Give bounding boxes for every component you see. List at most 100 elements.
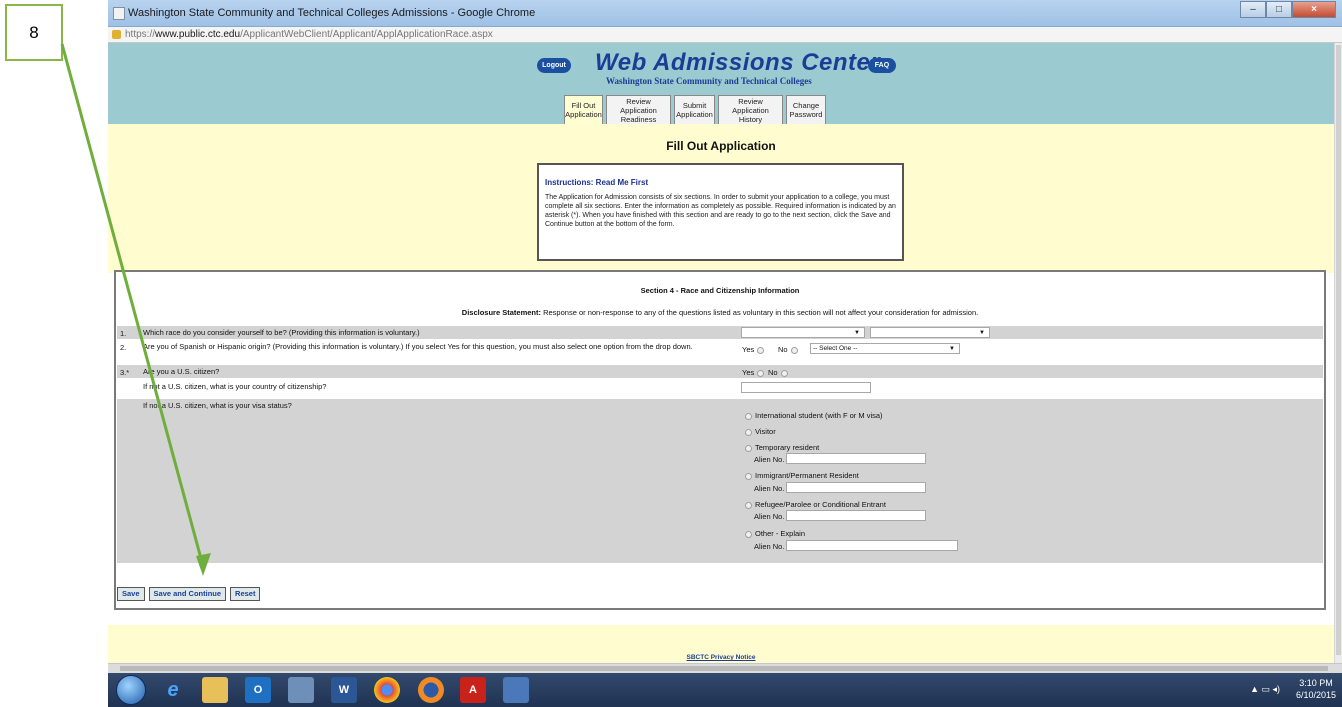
radio-button[interactable]	[745, 428, 752, 436]
form-buttons: Save Save and Continue Reset	[117, 587, 261, 601]
web-page: Logout Web Admissions Center Washington …	[108, 43, 1334, 663]
close-button[interactable]: ×	[1292, 1, 1336, 18]
alien-label: Alien No.	[754, 512, 785, 521]
radio-button[interactable]	[745, 501, 752, 509]
site-subtitle: Washington State Community and Technical…	[606, 76, 812, 86]
explain-input[interactable]	[786, 540, 958, 551]
acrobat-icon[interactable]: A	[460, 677, 486, 703]
radio-yes[interactable]	[757, 369, 765, 377]
screenshot: 8 Washington State Community and Technic…	[0, 0, 1342, 707]
section-title: Section 4 - Race and Citizenship Informa…	[640, 286, 800, 295]
address-bar[interactable]: https://www.public.ctc.edu/ApplicantWebC…	[108, 27, 1342, 43]
alien-number-row: Alien No.	[754, 542, 784, 551]
instructions-title: Instructions: Read Me First	[545, 178, 649, 187]
no-label: No	[768, 368, 778, 377]
select-value: -- Select One --	[813, 345, 858, 352]
minimize-button[interactable]: –	[1240, 1, 1266, 18]
url-text[interactable]: https://www.public.ctc.edu/ApplicantWebC…	[125, 29, 493, 40]
tab-change-password[interactable]: Change Password	[786, 95, 826, 124]
chrome-icon[interactable]	[374, 677, 400, 703]
reset-button[interactable]: Reset	[230, 587, 261, 601]
radio-button[interactable]	[745, 412, 752, 420]
firefox-icon[interactable]	[418, 677, 444, 703]
alien-number-input[interactable]	[786, 510, 926, 521]
faq-button[interactable]: FAQ	[868, 58, 896, 73]
radio-button[interactable]	[745, 530, 752, 538]
snipping-tool-icon[interactable]	[503, 677, 529, 703]
windows-taskbar: e O W A ▲ ▭ ◂) 3:10 PM 6/10/2015	[108, 673, 1342, 707]
site-header: Logout Web Admissions Center Washington …	[108, 43, 1334, 124]
option-label: Refugee/Parolee or Conditional Entrant	[755, 500, 886, 509]
logout-button[interactable]: Logout	[537, 58, 571, 73]
tab-fill-out-application[interactable]: Fill Out Application	[564, 95, 603, 124]
visa-option-temporary[interactable]: Temporary resident	[742, 443, 819, 452]
radio-button[interactable]	[745, 472, 752, 480]
hispanic-select[interactable]: -- Select One -- ▼	[810, 343, 960, 354]
alien-number-input[interactable]	[786, 453, 926, 464]
alien-number-row: Alien No.	[754, 484, 784, 493]
privacy-link[interactable]: SBCTC Privacy Notice	[108, 654, 1334, 661]
option-label: International student (with F or M visa)	[755, 411, 883, 420]
start-button[interactable]	[116, 675, 146, 705]
maximize-button[interactable]: □	[1266, 1, 1292, 18]
visa-option-immigrant[interactable]: Immigrant/Permanent Resident	[742, 471, 859, 480]
page-icon	[113, 7, 125, 20]
visa-option-other[interactable]: Other - Explain	[742, 529, 805, 538]
browser-titlebar: Washington State Community and Technical…	[108, 0, 1342, 27]
visa-option-international[interactable]: International student (with F or M visa)	[742, 411, 883, 420]
citizen-yes-option[interactable]: Yes	[742, 368, 767, 377]
chevron-down-icon: ▼	[979, 330, 985, 336]
radio-no[interactable]	[780, 369, 788, 377]
question-number: 1.	[120, 329, 127, 338]
visa-option-refugee[interactable]: Refugee/Parolee or Conditional Entrant	[742, 500, 886, 509]
vertical-scrollbar[interactable]	[1334, 43, 1342, 663]
tab-label-4b: History	[738, 114, 763, 124]
tab-label-5a: Change	[792, 101, 820, 110]
tab-review-application-readiness[interactable]: Review Application Readiness	[606, 95, 671, 124]
question-row-visa: If not a U.S. citizen, what is your visa…	[117, 399, 1323, 563]
window-controls: – □ ×	[1240, 1, 1336, 18]
option-label: Immigrant/Permanent Resident	[755, 471, 859, 480]
clock[interactable]: 3:10 PM 6/10/2015	[1296, 677, 1336, 701]
word-icon[interactable]: W	[331, 677, 357, 703]
file-explorer-icon[interactable]	[202, 677, 228, 703]
scrollbar-thumb[interactable]	[120, 666, 1328, 671]
tab-review-application-history[interactable]: Review Application History	[718, 95, 783, 124]
tab-label-1b: Application	[565, 110, 602, 119]
disclosure-statement: Disclosure Statement: Response or non-re…	[116, 308, 1324, 317]
window-title: Washington State Community and Technical…	[128, 7, 536, 19]
tab-label-3b: Application	[676, 110, 713, 119]
question-text: Are you a U.S. citizen?	[143, 367, 220, 376]
chevron-down-icon: ▼	[854, 330, 860, 336]
alien-number-input[interactable]	[786, 482, 926, 493]
save-and-continue-button[interactable]: Save and Continue	[148, 587, 227, 601]
radio-no[interactable]	[790, 346, 798, 354]
scrollbar-thumb[interactable]	[1336, 45, 1341, 655]
country-input[interactable]	[741, 382, 871, 393]
citizen-no-option[interactable]: No	[768, 368, 791, 377]
system-tray[interactable]: ▲ ▭ ◂)	[1250, 684, 1280, 695]
visa-option-visitor[interactable]: Visitor	[742, 427, 776, 436]
horizontal-scrollbar[interactable]	[108, 663, 1342, 673]
save-button[interactable]: Save	[117, 587, 145, 601]
disclosure-label: Disclosure Statement:	[461, 308, 541, 317]
option-label: Visitor	[755, 427, 776, 436]
tab-label-4a: Review Application	[732, 96, 769, 115]
radio-button[interactable]	[745, 444, 752, 452]
tab-label-2a: Review Application	[620, 96, 657, 115]
internet-explorer-icon[interactable]: e	[160, 677, 186, 703]
radio-yes[interactable]	[757, 346, 765, 354]
instructions-text: The Application for Admission consists o…	[545, 194, 896, 228]
step-number-box: 8	[5, 4, 63, 61]
calculator-icon[interactable]	[288, 677, 314, 703]
alien-number-row: Alien No.	[754, 455, 784, 464]
hispanic-no-option[interactable]: No	[778, 345, 801, 354]
hispanic-yes-option[interactable]: Yes	[742, 345, 767, 354]
outlook-icon[interactable]: O	[245, 677, 271, 703]
race-select-2[interactable]: ▼	[870, 327, 990, 338]
tab-submit-application[interactable]: Submit Application	[674, 95, 715, 124]
clock-date: 6/10/2015	[1295, 690, 1336, 700]
race-select-1[interactable]: ▼	[741, 327, 865, 338]
question-row-country: If not a U.S. citizen, what is your coun…	[117, 378, 1323, 398]
yes-label: Yes	[742, 368, 755, 377]
